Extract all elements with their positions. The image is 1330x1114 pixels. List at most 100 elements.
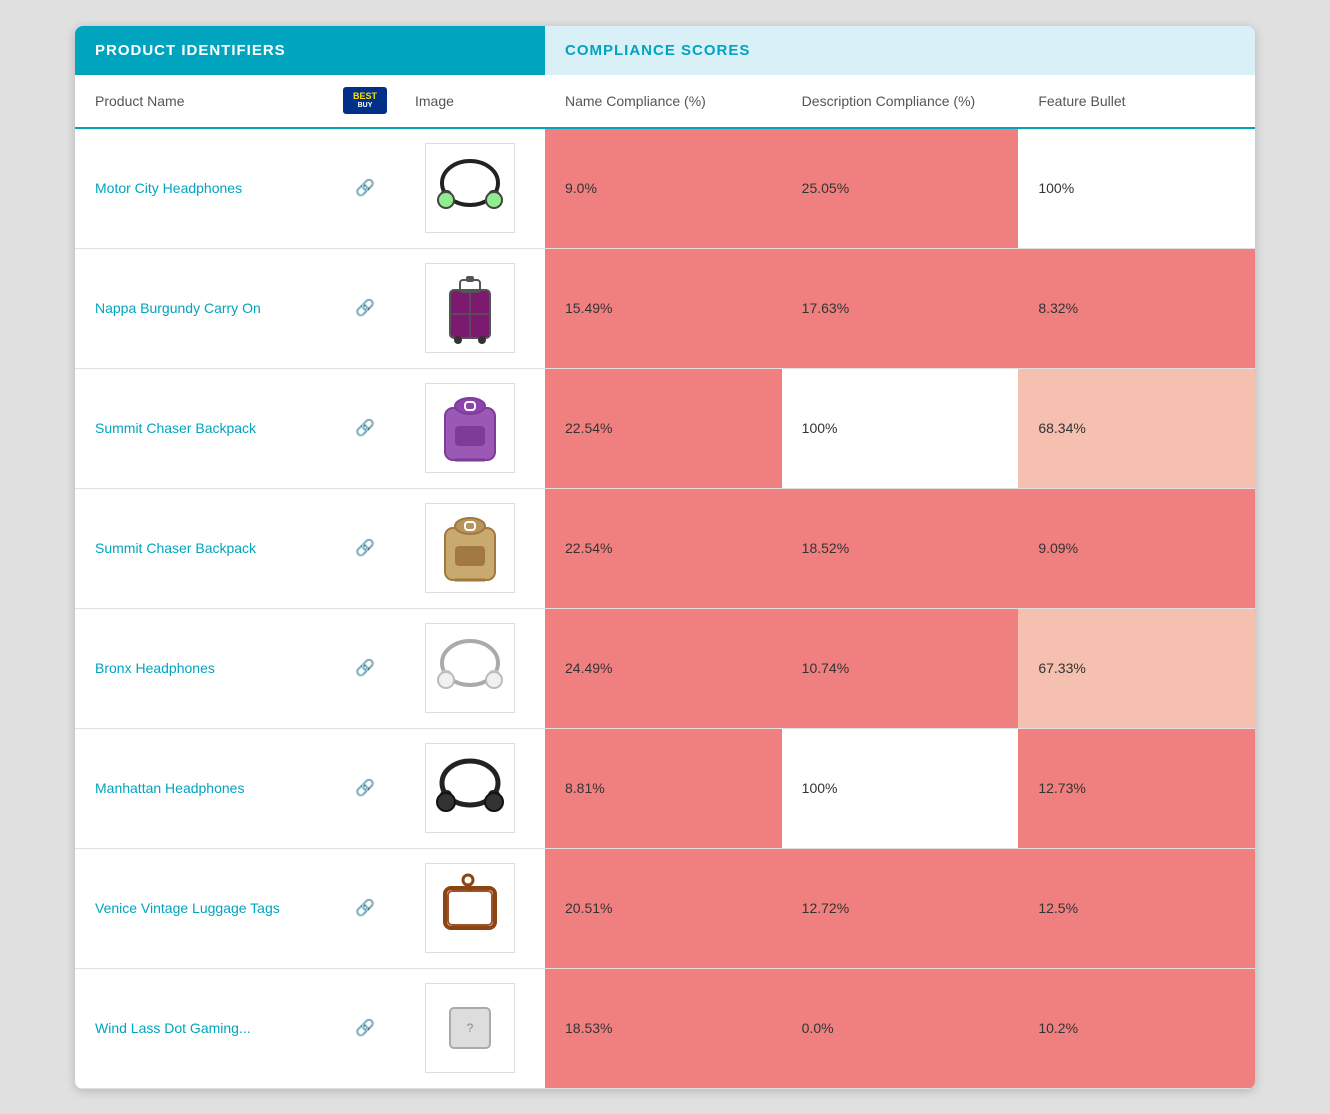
feature-bullet-cell: 67.33% (1018, 609, 1255, 728)
name-compliance-cell: 8.81% (545, 729, 782, 848)
name-compliance-cell: 15.49% (545, 249, 782, 368)
product-image-cell (395, 369, 545, 488)
feature-bullet-cell: 12.5% (1018, 849, 1255, 968)
feature-bullet-cell: 8.32% (1018, 249, 1255, 368)
product-identifiers-header: PRODUCT IDENTIFIERS (75, 26, 545, 75)
product-name-link[interactable]: Wind Lass Dot Gaming... (95, 1020, 251, 1036)
product-name-cell: Wind Lass Dot Gaming... (75, 969, 335, 1088)
name-compliance-cell: 22.54% (545, 369, 782, 488)
compliance-cells: 22.54% 100% 68.34% (545, 369, 1255, 488)
table-row: Motor City Headphones 🔗 9.0% 25.05% 100% (75, 129, 1255, 249)
product-name-link[interactable]: Motor City Headphones (95, 180, 242, 196)
desc-compliance-cell: 100% (782, 729, 1019, 848)
external-link-cell: 🔗 (335, 489, 395, 608)
compliance-cells: 8.81% 100% 12.73% (545, 729, 1255, 848)
product-image (425, 743, 515, 833)
name-compliance-cell: 24.49% (545, 609, 782, 728)
product-image (425, 263, 515, 353)
external-link-cell: 🔗 (335, 369, 395, 488)
external-link-icon[interactable]: 🔗 (355, 538, 375, 558)
compliance-scores-header: COMPLIANCE SCORES (545, 26, 1255, 75)
desc-compliance-cell: 0.0% (782, 969, 1019, 1088)
external-link-icon[interactable]: 🔗 (355, 418, 375, 438)
external-link-cell: 🔗 (335, 729, 395, 848)
table-row: Bronx Headphones 🔗 24.49% 10.74% 67.33% (75, 609, 1255, 729)
compliance-cells: 20.51% 12.72% 12.5% (545, 849, 1255, 968)
bestbuy-logo-cell: BESTBUY (335, 85, 395, 117)
col-header-name-compliance: Name Compliance (%) (545, 85, 782, 117)
compliance-cells: 24.49% 10.74% 67.33% (545, 609, 1255, 728)
product-image (425, 503, 515, 593)
desc-compliance-cell: 25.05% (782, 129, 1019, 248)
product-image (425, 623, 515, 713)
desc-compliance-cell: 10.74% (782, 609, 1019, 728)
feature-bullet-cell: 12.73% (1018, 729, 1255, 848)
product-name-cell: Motor City Headphones (75, 129, 335, 248)
product-name-link[interactable]: Venice Vintage Luggage Tags (95, 900, 280, 916)
product-image-cell (395, 849, 545, 968)
product-image-cell (395, 609, 545, 728)
product-name-cell: Summit Chaser Backpack (75, 369, 335, 488)
external-link-icon[interactable]: 🔗 (355, 658, 375, 678)
bestbuy-logo: BESTBUY (343, 87, 387, 114)
feature-bullet-cell: 68.34% (1018, 369, 1255, 488)
external-link-cell: 🔗 (335, 129, 395, 248)
product-image (425, 383, 515, 473)
external-link-icon[interactable]: 🔗 (355, 298, 375, 318)
col-header-desc-compliance: Description Compliance (%) (782, 85, 1019, 117)
compliance-cells: 15.49% 17.63% 8.32% (545, 249, 1255, 368)
svg-text:?: ? (467, 1021, 474, 1035)
external-link-icon[interactable]: 🔗 (355, 178, 375, 198)
product-image-cell (395, 729, 545, 848)
product-image-cell: ? (395, 969, 545, 1088)
table-row: Venice Vintage Luggage Tags 🔗 20.51% 12.… (75, 849, 1255, 969)
col-header-product-name: Product Name (75, 85, 335, 117)
product-name-cell: Venice Vintage Luggage Tags (75, 849, 335, 968)
table-row: Summit Chaser Backpack 🔗 22.54% 18.52% 9… (75, 489, 1255, 609)
name-compliance-cell: 9.0% (545, 129, 782, 248)
header-row: PRODUCT IDENTIFIERS COMPLIANCE SCORES (75, 26, 1255, 75)
external-link-icon[interactable]: 🔗 (355, 1018, 375, 1038)
compliance-cells: 22.54% 18.52% 9.09% (545, 489, 1255, 608)
feature-bullet-cell: 100% (1018, 129, 1255, 248)
desc-compliance-cell: 17.63% (782, 249, 1019, 368)
data-rows: Motor City Headphones 🔗 9.0% 25.05% 100%… (75, 129, 1255, 1089)
feature-bullet-cell: 9.09% (1018, 489, 1255, 608)
product-name-cell: Nappa Burgundy Carry On (75, 249, 335, 368)
product-name-cell: Summit Chaser Backpack (75, 489, 335, 608)
product-name-link[interactable]: Summit Chaser Backpack (95, 420, 256, 436)
table-row: Wind Lass Dot Gaming... 🔗 ? 18.53% 0.0% … (75, 969, 1255, 1089)
subheader-row: Product Name BESTBUY Image Name Complian… (75, 75, 1255, 129)
feature-bullet-cell: 10.2% (1018, 969, 1255, 1088)
product-image: ? (425, 983, 515, 1073)
col-header-feature-bullet: Feature Bullet (1018, 85, 1255, 117)
product-name-link[interactable]: Manhattan Headphones (95, 780, 244, 796)
product-image-cell (395, 489, 545, 608)
name-compliance-cell: 18.53% (545, 969, 782, 1088)
compliance-cells: 18.53% 0.0% 10.2% (545, 969, 1255, 1088)
compliance-col-headers: Name Compliance (%) Description Complian… (545, 85, 1255, 117)
external-link-cell: 🔗 (335, 849, 395, 968)
product-name-cell: Manhattan Headphones (75, 729, 335, 848)
compliance-cells: 9.0% 25.05% 100% (545, 129, 1255, 248)
product-image (425, 143, 515, 233)
col-header-image: Image (395, 85, 545, 117)
product-name-link[interactable]: Nappa Burgundy Carry On (95, 300, 261, 316)
table-row: Manhattan Headphones 🔗 8.81% 100% 12.73% (75, 729, 1255, 849)
name-compliance-cell: 20.51% (545, 849, 782, 968)
external-link-cell: 🔗 (335, 249, 395, 368)
external-link-icon[interactable]: 🔗 (355, 898, 375, 918)
table-row: Nappa Burgundy Carry On 🔗 15.49% 17.63% … (75, 249, 1255, 369)
product-image-cell (395, 249, 545, 368)
product-name-link[interactable]: Summit Chaser Backpack (95, 540, 256, 556)
external-link-cell: 🔗 (335, 969, 395, 1088)
desc-compliance-cell: 100% (782, 369, 1019, 488)
table-row: Summit Chaser Backpack 🔗 22.54% 100% 68.… (75, 369, 1255, 489)
desc-compliance-cell: 12.72% (782, 849, 1019, 968)
external-link-icon[interactable]: 🔗 (355, 778, 375, 798)
external-link-cell: 🔗 (335, 609, 395, 728)
main-container: PRODUCT IDENTIFIERS COMPLIANCE SCORES Pr… (75, 26, 1255, 1089)
desc-compliance-cell: 18.52% (782, 489, 1019, 608)
product-name-link[interactable]: Bronx Headphones (95, 660, 215, 676)
product-name-cell: Bronx Headphones (75, 609, 335, 728)
